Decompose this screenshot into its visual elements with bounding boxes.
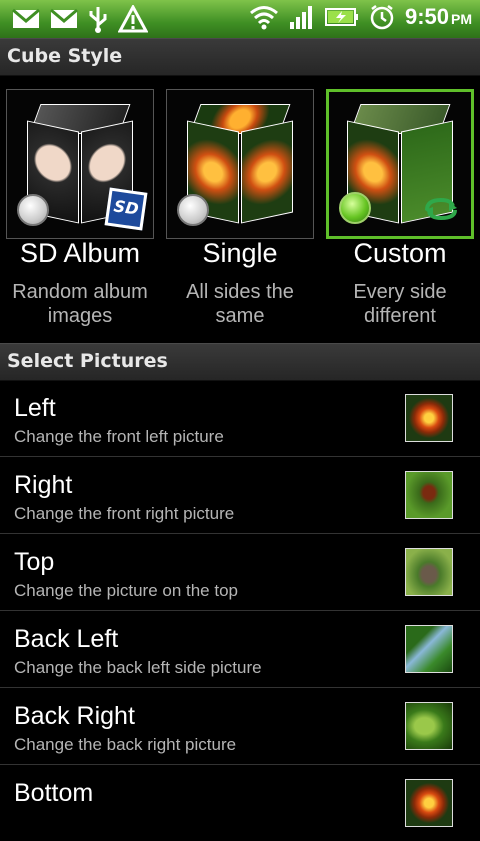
cube-style-title: Cube Style bbox=[7, 45, 123, 67]
alarm-icon bbox=[370, 5, 394, 30]
picture-list: Left Change the front left picture Right… bbox=[0, 380, 480, 841]
row-subtitle: Change the picture on the top bbox=[14, 581, 238, 600]
clock-time: 9:50 PM bbox=[404, 4, 472, 29]
row-title: Bottom bbox=[14, 779, 94, 807]
cube-style-header: Cube Style bbox=[0, 38, 480, 76]
select-pictures-header: Select Pictures bbox=[0, 343, 480, 381]
wifi-icon bbox=[249, 6, 278, 30]
row-subtitle: Change the back right picture bbox=[14, 735, 237, 754]
row-title: Top bbox=[14, 548, 55, 576]
row-title: Right bbox=[14, 471, 73, 499]
style-subtitle-custom: Every side different bbox=[353, 281, 447, 327]
row-title: Left bbox=[14, 394, 56, 422]
style-subtitle-single: All sides the same bbox=[186, 281, 294, 327]
style-title-single: Single bbox=[202, 238, 278, 268]
picture-row-bottom[interactable]: Bottom bbox=[0, 765, 480, 841]
row-title: Back Right bbox=[14, 702, 135, 730]
row-title: Back Left bbox=[14, 625, 119, 653]
mail-icon bbox=[50, 8, 78, 28]
row-subtitle: Change the back left side picture bbox=[14, 658, 262, 677]
usb-icon bbox=[89, 7, 107, 33]
picture-row-back-left[interactable]: Back Left Change the back left side pict… bbox=[0, 611, 480, 688]
row-subtitle: Change the front left picture bbox=[14, 427, 224, 446]
style-title-sd-album: SD Album bbox=[19, 238, 141, 268]
style-card-custom[interactable] bbox=[326, 89, 474, 239]
battery-icon bbox=[324, 8, 358, 26]
style-card-single[interactable] bbox=[166, 89, 314, 239]
row-subtitle: Change the front right picture bbox=[14, 504, 235, 523]
status-bar: 9:50 PM bbox=[0, 0, 480, 38]
style-card-sd-album[interactable]: SD bbox=[6, 89, 154, 239]
style-radio-sd-album[interactable] bbox=[17, 194, 49, 226]
style-title-custom: Custom bbox=[353, 238, 447, 268]
flower-thumbnail[interactable] bbox=[405, 394, 453, 442]
leaves-thumbnail[interactable] bbox=[405, 702, 453, 750]
refresh-icon bbox=[425, 197, 457, 221]
style-subtitle-sd-album: Random album images bbox=[12, 281, 148, 327]
picture-row-top[interactable]: Top Change the picture on the top bbox=[0, 534, 480, 611]
style-radio-custom[interactable] bbox=[339, 192, 371, 224]
flower-thumbnail[interactable] bbox=[405, 779, 453, 827]
butterfly-thumbnail[interactable] bbox=[405, 471, 453, 519]
picture-row-left[interactable]: Left Change the front left picture bbox=[0, 380, 480, 457]
cube-style-options: SD SD Album Random album images Single Al… bbox=[0, 76, 480, 344]
select-pictures-title: Select Pictures bbox=[7, 350, 168, 372]
style-radio-single[interactable] bbox=[177, 194, 209, 226]
sd-card-icon: SD bbox=[104, 187, 148, 231]
palm-thumbnail[interactable] bbox=[405, 625, 453, 673]
mail-icon bbox=[12, 8, 40, 28]
signal-icon bbox=[289, 6, 312, 29]
picture-row-back-right[interactable]: Back Right Change the back right picture bbox=[0, 688, 480, 765]
picture-row-right[interactable]: Right Change the front right picture bbox=[0, 457, 480, 534]
butterfly-leaf-thumbnail[interactable] bbox=[405, 548, 453, 596]
warning-icon bbox=[118, 5, 148, 33]
